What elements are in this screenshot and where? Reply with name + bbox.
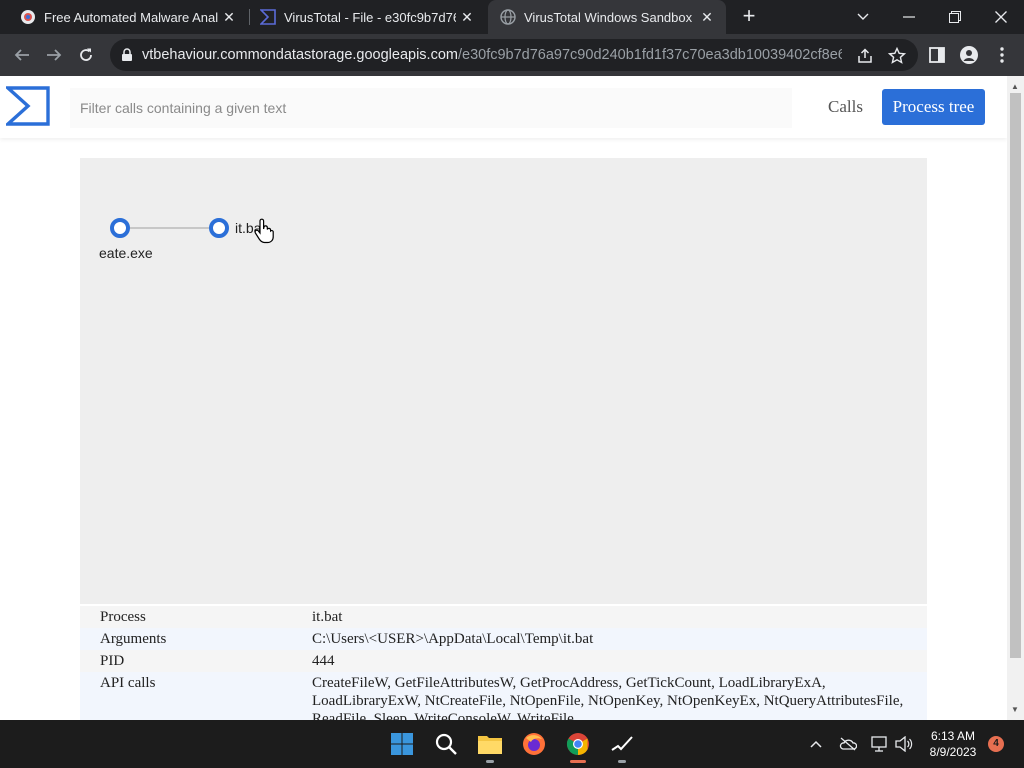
any-run-favicon-icon [21, 10, 35, 24]
virustotal-logo-icon[interactable] [6, 86, 50, 126]
running-indicator [570, 760, 586, 763]
restore-window-icon[interactable] [932, 0, 978, 34]
tab-virustotal-windows-sandbox[interactable]: VirusTotal Windows Sandbox ✕ [488, 0, 726, 34]
tab-search-chevron-icon[interactable] [840, 0, 886, 34]
hand-pointer-cursor-icon [254, 218, 274, 244]
clock-time: 6:13 AM [930, 729, 976, 743]
close-window-icon[interactable] [978, 0, 1024, 34]
back-arrow-icon[interactable] [8, 41, 36, 69]
address-bar[interactable]: vtbehaviour.commondatastorage.googleapis… [110, 39, 918, 71]
clock-date: 8/9/2023 [929, 745, 977, 759]
url-host: vtbehaviour.commondatastorage.googleapis… [142, 47, 458, 63]
running-indicator [486, 760, 494, 763]
process-node-eate-exe[interactable] [110, 218, 130, 238]
process-tree-panel [80, 158, 927, 604]
globe-icon [500, 9, 516, 25]
new-tab-plus-icon[interactable]: + [736, 4, 762, 30]
process-node-label: eate.exe [99, 245, 153, 261]
detail-value: C:\Users\<USER>\AppData\Local\Temp\it.ba… [312, 631, 594, 647]
reload-icon[interactable] [72, 41, 100, 69]
running-indicator [618, 760, 626, 763]
tab-close-icon[interactable]: ✕ [456, 9, 478, 26]
process-tree-button[interactable]: Process tree [882, 89, 985, 125]
scroll-down-arrow-icon[interactable]: ▼ [1011, 705, 1019, 714]
windows-taskbar: 6:13 AM 8/9/2023 4 [0, 720, 1024, 768]
page-scrollbar[interactable]: ▲ ▼ [1007, 76, 1024, 720]
process-node-it-bat[interactable] [209, 218, 229, 238]
search-icon[interactable] [430, 728, 462, 760]
windows-start-icon[interactable] [386, 728, 418, 760]
tab-virustotal-file[interactable]: VirusTotal - File - e30fc9b7d76a9 ✕ [248, 0, 486, 34]
detail-value: 444 [312, 653, 335, 669]
app-pen-icon[interactable] [606, 728, 638, 763]
table-row: Arguments C:\Users\<USER>\AppData\Local\… [80, 628, 927, 650]
tab-title: VirusTotal - File - e30fc9b7d76a9 [284, 9, 456, 25]
tab-title: VirusTotal Windows Sandbox [524, 9, 693, 25]
table-row: Process it.bat [80, 606, 927, 628]
detail-key: Process [100, 609, 146, 625]
bookmark-star-icon[interactable] [888, 47, 906, 65]
detail-key: Arguments [100, 631, 167, 647]
tab-close-icon[interactable]: ✕ [696, 9, 718, 26]
tab-title: Free Automated Malware Analysis [44, 9, 218, 25]
volume-speaker-icon[interactable] [894, 734, 914, 754]
taskbar-clock[interactable]: 6:13 AM 8/9/2023 [920, 728, 986, 760]
show-hidden-icons-chevron-icon[interactable] [806, 734, 826, 754]
scrollbar-thumb[interactable] [1010, 93, 1021, 658]
filter-calls-input[interactable] [70, 88, 792, 128]
chrome-icon[interactable] [562, 728, 594, 763]
tab-free-automated-malware-analysis[interactable]: Free Automated Malware Analysis ✕ [8, 0, 248, 34]
detail-value: it.bat [312, 609, 343, 625]
detail-key: API calls [100, 675, 156, 691]
onedrive-cloud-icon[interactable] [838, 734, 858, 754]
table-row: API calls CreateFileW, GetFileAttributes… [80, 672, 927, 720]
forward-arrow-icon[interactable] [40, 41, 68, 69]
calls-link[interactable]: Calls [828, 97, 863, 117]
minimize-icon[interactable] [886, 0, 932, 34]
detail-value: CreateFileW, GetFileAttributesW, GetProc… [312, 675, 904, 720]
lock-icon[interactable] [120, 48, 134, 62]
table-row: PID 444 [80, 650, 927, 672]
browser-tab-strip: Free Automated Malware Analysis ✕ VirusT… [0, 0, 1024, 34]
notification-count-badge[interactable]: 4 [988, 736, 1004, 752]
browser-toolbar: vtbehaviour.commondatastorage.googleapis… [0, 34, 1024, 76]
firefox-icon[interactable] [518, 728, 550, 760]
report-header: Calls Process tree [0, 76, 1007, 138]
profile-avatar-icon[interactable] [957, 43, 981, 67]
process-details-table: Process it.bat Arguments C:\Users\<USER>… [80, 604, 927, 720]
url-text: vtbehaviour.commondatastorage.googleapis… [142, 47, 842, 63]
file-explorer-icon[interactable] [474, 728, 506, 763]
detail-key: PID [100, 653, 125, 669]
scroll-up-arrow-icon[interactable]: ▲ [1011, 82, 1019, 91]
more-menu-icon[interactable] [990, 43, 1014, 67]
network-icon[interactable] [870, 734, 890, 754]
url-path: /e30fc9b7d76a97c90d240b1fd1f37c70ea3db10… [457, 47, 842, 63]
process-tree-edge [130, 227, 209, 229]
share-icon[interactable] [856, 47, 874, 65]
side-panel-icon[interactable] [925, 43, 949, 67]
sandbox-report-page: Calls Process tree eate.exe it.bat Proce… [0, 76, 1007, 720]
virustotal-favicon-icon [260, 9, 276, 25]
tab-close-icon[interactable]: ✕ [218, 9, 240, 26]
